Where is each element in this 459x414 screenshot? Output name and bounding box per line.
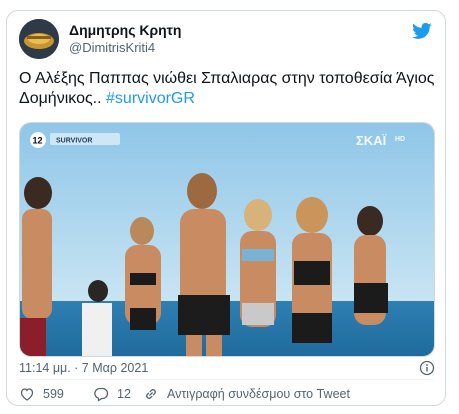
reply-count: 12 <box>117 387 131 401</box>
channel-logo: ΣΚΑΪ <box>356 133 387 148</box>
hashtag-link[interactable]: #survivorGR <box>106 90 195 107</box>
copy-link-button[interactable]: Αντιγραφή συνδέσμου στο Tweet <box>143 384 373 404</box>
divider <box>19 379 433 380</box>
reply-button[interactable]: 12 <box>93 384 143 404</box>
tweet-timestamp[interactable]: 11:14 μμ. · 7 Μαρ 2021 <box>19 361 148 375</box>
tweet-header: Δημητρης Κρητη @DimitrisKriti4 <box>19 19 433 67</box>
link-icon <box>146 389 156 399</box>
rating-badge: 12 <box>33 136 43 146</box>
copy-link-label: Αντιγραφή συνδέσμου στο Tweet <box>167 387 350 401</box>
reply-bubble-icon <box>94 387 109 402</box>
avatar[interactable] <box>19 19 59 59</box>
like-button[interactable]: 599 <box>19 384 79 404</box>
show-banner: SURVIVOR <box>56 138 92 145</box>
tweet-card[interactable]: Δημητρης Κρητη @DimitrisKriti4 Ο Αλέξης … <box>6 10 446 406</box>
tweet-text-body: Ο Αλέξης Παππας νιώθει Σπαλιαρας στην το… <box>19 70 435 107</box>
twitter-bird-icon[interactable] <box>411 21 433 41</box>
author-display-name[interactable]: Δημητρης Κρητη <box>69 21 182 39</box>
tweet-media-image[interactable]: ΣΚΑΪ HD 12 SURVIVOR <box>19 122 435 357</box>
tweet-meta: 11:14 μμ. · 7 Μαρ 2021 <box>19 357 435 379</box>
author-handle[interactable]: @DimitrisKriti4 <box>69 39 182 56</box>
heart-icon <box>20 388 34 401</box>
author-block[interactable]: Δημητρης Κρητη @DimitrisKriti4 <box>69 21 182 56</box>
tweet-text: Ο Αλέξης Παππας νιώθει Σπαλιαρας στην το… <box>19 69 435 109</box>
channel-hd-label: HD <box>395 136 405 143</box>
info-icon[interactable] <box>419 360 435 376</box>
like-count: 599 <box>43 387 64 401</box>
